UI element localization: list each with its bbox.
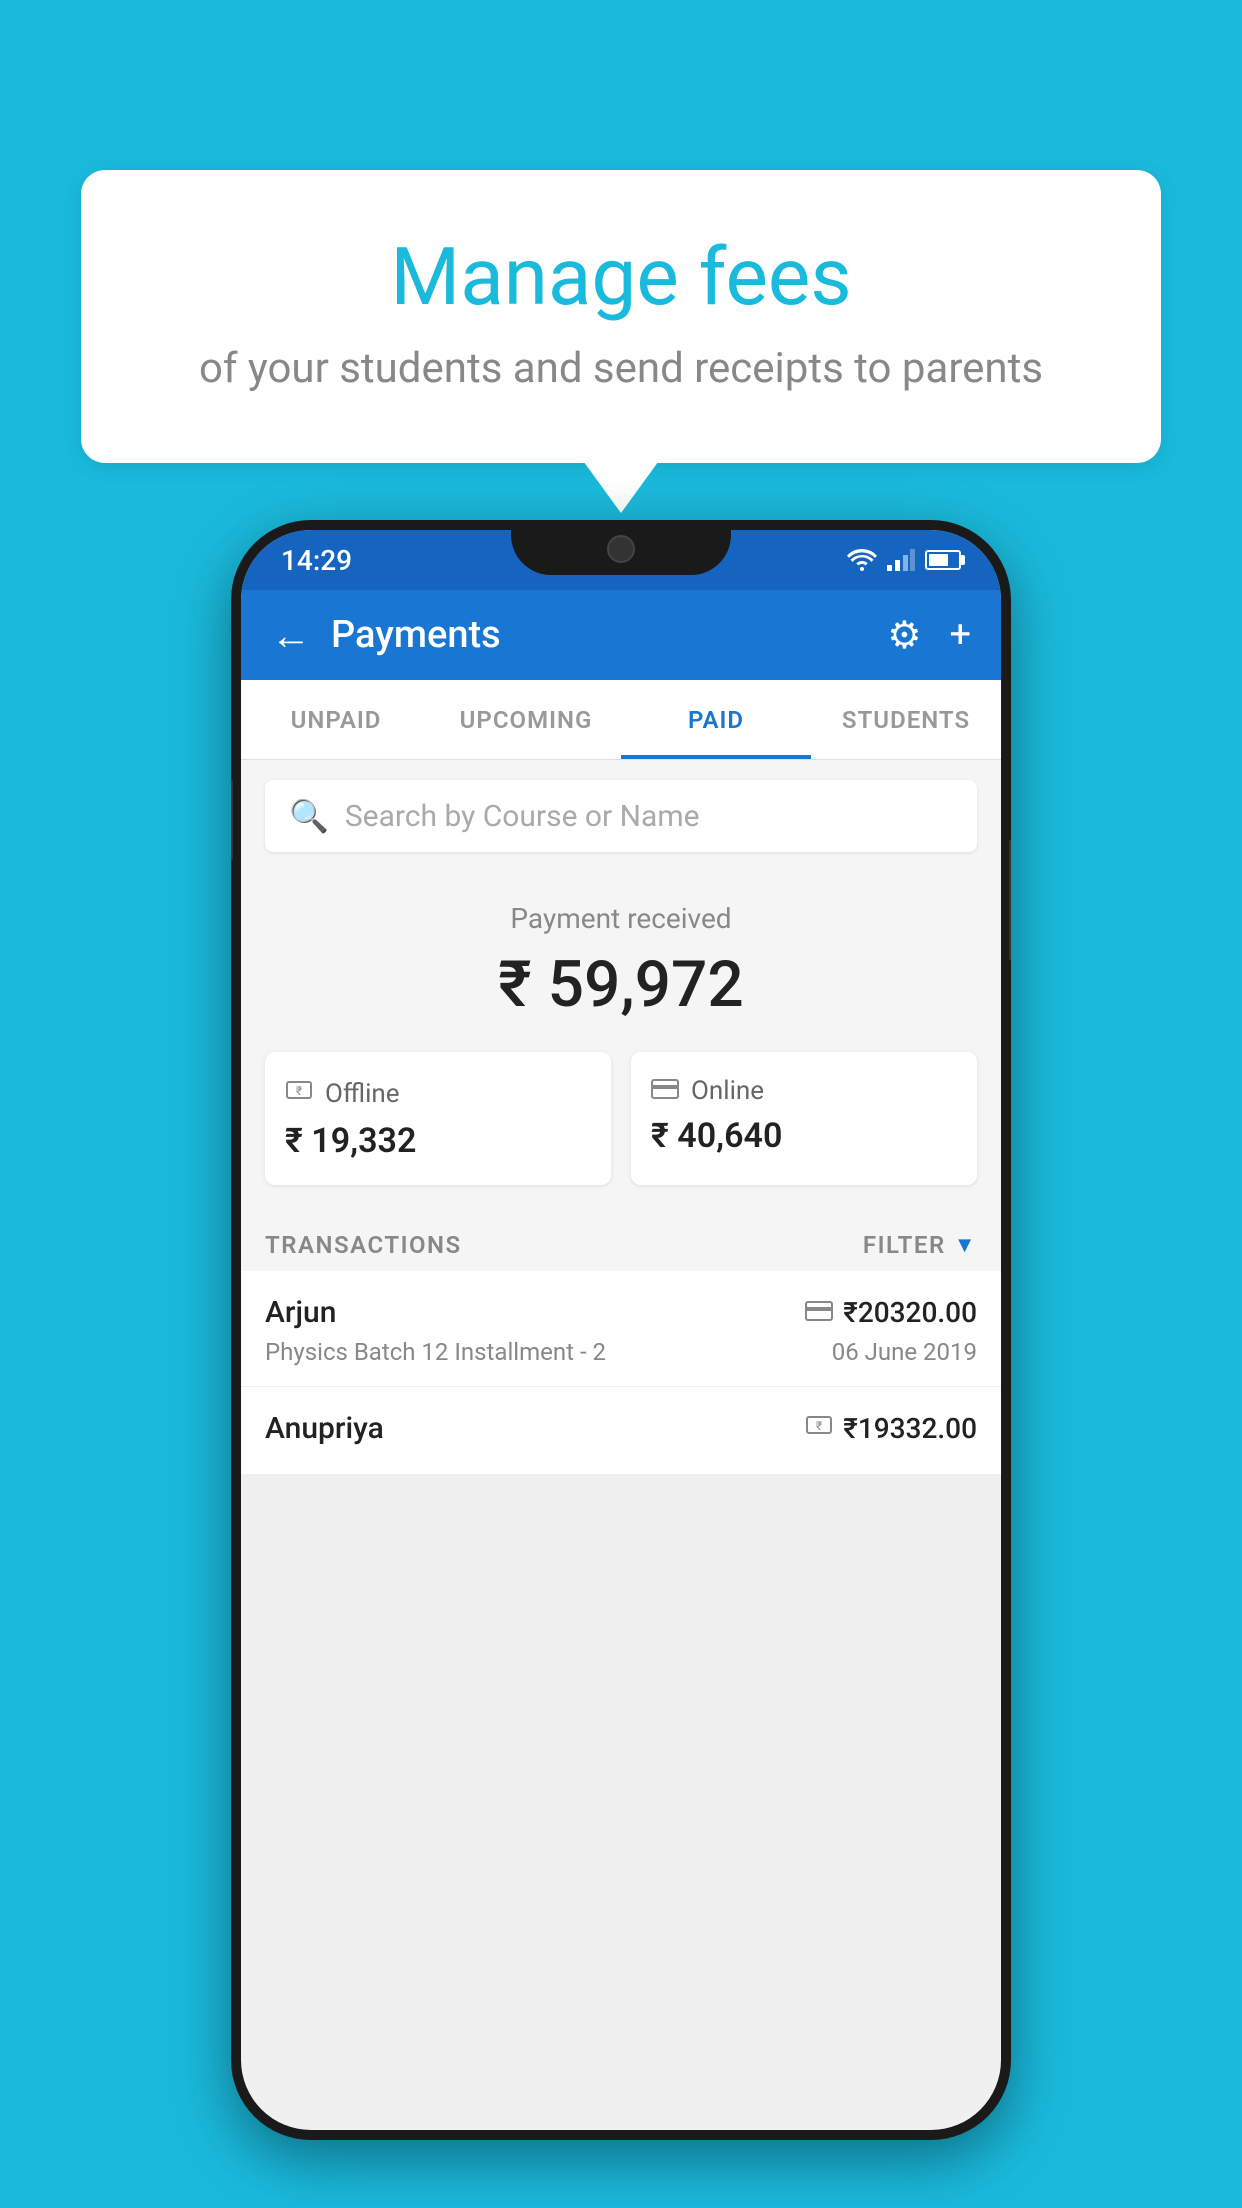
tabs: UNPAID UPCOMING PAID STUDENTS <box>241 680 1001 760</box>
settings-icon[interactable]: ⚙ <box>887 613 921 658</box>
add-icon[interactable]: + <box>949 613 971 657</box>
tab-students[interactable]: STUDENTS <box>811 680 1001 759</box>
table-row[interactable]: Anupriya ₹ ₹19332.00 <box>241 1387 1001 1475</box>
side-button-left <box>231 780 233 860</box>
online-amount: ₹ 40,640 <box>651 1116 957 1156</box>
online-card: Online ₹ 40,640 <box>631 1052 977 1185</box>
transactions-header: TRANSACTIONS FILTER ▼ <box>241 1215 1001 1271</box>
search-input[interactable]: Search by Course or Name <box>345 799 700 834</box>
transaction-name: Arjun <box>265 1295 336 1330</box>
transaction-name: Anupriya <box>265 1411 384 1446</box>
tab-upcoming[interactable]: UPCOMING <box>431 680 621 759</box>
tab-unpaid[interactable]: UNPAID <box>241 680 431 759</box>
transaction-amount: ₹20320.00 <box>843 1296 977 1329</box>
status-icons <box>847 549 961 571</box>
transactions-label: TRANSACTIONS <box>265 1231 462 1259</box>
transaction-row-bottom: Physics Batch 12 Installment - 2 06 June… <box>265 1338 977 1366</box>
signal-icon <box>887 549 915 571</box>
offline-label: Offline <box>325 1079 400 1109</box>
filter-button[interactable]: FILTER ▼ <box>863 1231 977 1259</box>
battery-icon <box>925 550 961 570</box>
transaction-amount-wrap: ₹20320.00 <box>805 1296 977 1329</box>
transaction-detail: Physics Batch 12 Installment - 2 <box>265 1338 606 1366</box>
offline-icon: ₹ <box>285 1076 313 1111</box>
table-row[interactable]: Arjun ₹20320.00 Physics Batch 12 Install… <box>241 1271 1001 1387</box>
wifi-icon <box>847 549 877 571</box>
transaction-amount: ₹19332.00 <box>843 1412 977 1445</box>
offline-card: ₹ Offline ₹ 19,332 <box>265 1052 611 1185</box>
bubble-title: Manage fees <box>161 230 1081 324</box>
transaction-row-top: Anupriya ₹ ₹19332.00 <box>265 1411 977 1446</box>
header-right: ⚙ + <box>887 613 971 658</box>
search-bar[interactable]: 🔍 Search by Course or Name <box>265 780 977 852</box>
transaction-row-top: Arjun ₹20320.00 <box>265 1295 977 1330</box>
payment-cards: ₹ Offline ₹ 19,332 Online <box>241 1052 1001 1215</box>
card-payment-icon <box>805 1298 833 1328</box>
transaction-list: Arjun ₹20320.00 Physics Batch 12 Install… <box>241 1271 1001 1475</box>
payment-summary: Payment received ₹ 59,972 <box>241 872 1001 1052</box>
transaction-date: 06 June 2019 <box>832 1338 977 1366</box>
phone-frame: 14:29 <box>231 520 1011 2140</box>
search-icon: 🔍 <box>289 797 329 835</box>
speech-bubble: Manage fees of your students and send re… <box>81 170 1161 463</box>
svg-text:₹: ₹ <box>296 1084 302 1098</box>
online-icon <box>651 1076 679 1106</box>
bubble-subtitle: of your students and send receipts to pa… <box>161 344 1081 393</box>
page-title: Payments <box>331 613 501 657</box>
search-container: 🔍 Search by Course or Name <box>241 760 1001 872</box>
offline-amount: ₹ 19,332 <box>285 1121 591 1161</box>
phone-notch <box>511 520 731 575</box>
back-button[interactable]: ← <box>271 612 311 659</box>
transaction-amount-wrap: ₹ ₹19332.00 <box>805 1411 977 1446</box>
online-label: Online <box>691 1076 764 1106</box>
app-header: ← Payments ⚙ + <box>241 590 1001 680</box>
status-time: 14:29 <box>281 544 352 577</box>
payment-received-label: Payment received <box>265 902 977 935</box>
filter-icon: ▼ <box>954 1232 977 1258</box>
offline-card-top: ₹ Offline <box>285 1076 591 1111</box>
online-card-top: Online <box>651 1076 957 1106</box>
header-left: ← Payments <box>271 612 501 659</box>
phone-camera <box>607 535 635 563</box>
payment-amount: ₹ 59,972 <box>265 947 977 1022</box>
side-button-right <box>1009 840 1011 960</box>
cash-payment-icon: ₹ <box>805 1411 833 1446</box>
svg-text:₹: ₹ <box>816 1419 822 1433</box>
phone-screen: 14:29 <box>241 530 1001 2130</box>
tab-paid[interactable]: PAID <box>621 680 811 759</box>
